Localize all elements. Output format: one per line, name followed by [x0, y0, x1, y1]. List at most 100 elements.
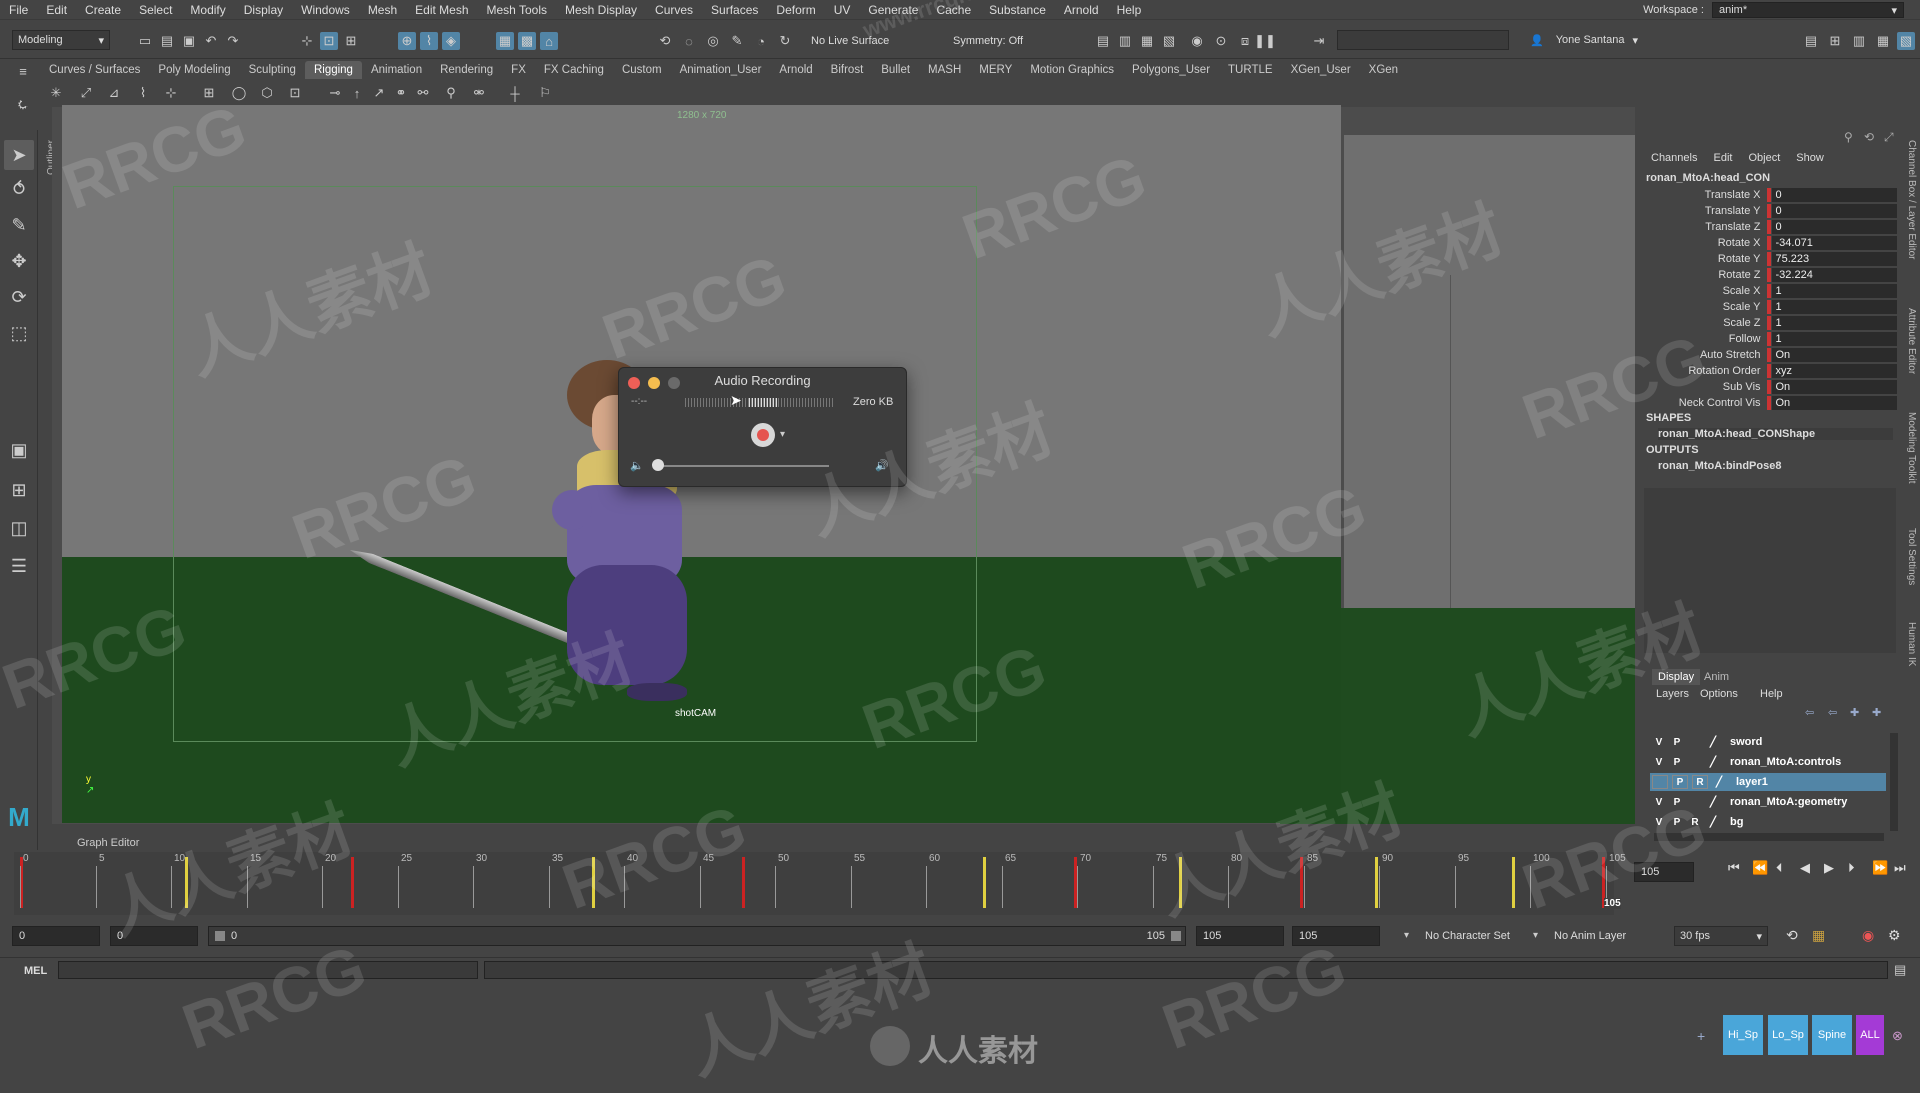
animation-start-field[interactable]: 0	[12, 926, 100, 946]
layer-color-swatch[interactable]: ╱	[1710, 774, 1728, 790]
single-view-icon[interactable]: ▣	[4, 435, 34, 465]
render-frame-icon[interactable]: ▤	[1094, 32, 1112, 50]
channels-menu[interactable]: Channels	[1651, 152, 1697, 164]
output-node-item[interactable]: ronan_MtoA:bindPose8	[1658, 460, 1781, 472]
layer-color-swatch[interactable]: ╱	[1704, 794, 1722, 810]
shelf-tab[interactable]: Rendering	[431, 61, 502, 79]
character-set-label[interactable]: No Character Set	[1425, 930, 1510, 942]
layer-visibility-toggle[interactable]: V	[1650, 794, 1668, 810]
channel-row[interactable]: Rotate Y 75.223	[1642, 251, 1897, 267]
anim-layer-label[interactable]: No Anim Layer	[1554, 930, 1626, 942]
menu-create[interactable]: Create	[76, 3, 130, 17]
lattice-icon[interactable]: ⊞	[200, 84, 218, 102]
layer-color-swatch[interactable]: ╱	[1704, 734, 1722, 750]
chevron-down-icon[interactable]: ▾	[1533, 930, 1538, 941]
fps-dropdown[interactable]: 30 fps ▾	[1674, 926, 1768, 946]
render-view-icon[interactable]: ▥	[1116, 32, 1134, 50]
menu-windows[interactable]: Windows	[292, 3, 359, 17]
range-end-handle[interactable]	[1171, 931, 1181, 941]
two-view-icon[interactable]: ◫	[4, 513, 34, 543]
magnet-icon[interactable]: ⌂	[540, 32, 558, 50]
layer-row[interactable]: V P R ╱ bg	[1650, 813, 1886, 831]
shelf-tab[interactable]: Sculpting	[240, 61, 305, 79]
layer-row[interactable]: V P ╱ ronan_MtoA:geometry	[1650, 793, 1886, 811]
help-menu[interactable]: Help	[1760, 688, 1783, 700]
open-scene-icon[interactable]: ▤	[158, 32, 176, 50]
layers-menu[interactable]: Layers	[1656, 688, 1689, 700]
channel-row[interactable]: Scale Z 1	[1642, 315, 1897, 331]
volume-slider-track[interactable]	[657, 465, 829, 467]
record-options-chevron-icon[interactable]: ▾	[780, 429, 785, 440]
channel-row[interactable]: Rotate Z -32.224	[1642, 267, 1897, 283]
shelf-tab[interactable]: FX Caching	[535, 61, 613, 79]
user-account-button[interactable]: 👤 Yone Santana ▾	[1525, 30, 1643, 50]
menu-edit-mesh[interactable]: Edit Mesh	[406, 3, 477, 17]
lo-sp-button[interactable]: Lo_Sp	[1768, 1015, 1808, 1055]
joint-tool-icon[interactable]: ✳	[47, 84, 65, 102]
snap-live-icon[interactable]: ▩	[518, 32, 536, 50]
menu-select[interactable]: Select	[130, 3, 181, 17]
layer-playback-toggle[interactable]: P	[1668, 734, 1686, 750]
blendshape-icon[interactable]: ⚮	[470, 84, 488, 102]
hi-sp-button[interactable]: Hi_Sp	[1723, 1015, 1763, 1055]
channel-row[interactable]: Translate X 0	[1642, 187, 1897, 203]
ipr-icon[interactable]: ◔	[752, 32, 770, 50]
pause-icon[interactable]: ❚❚	[1254, 32, 1276, 50]
cluster-icon[interactable]: ⊹	[162, 84, 180, 102]
paint-weights-icon[interactable]: ⊡	[286, 84, 304, 102]
scale-constraint-icon[interactable]: ⚯	[414, 84, 432, 102]
all-button[interactable]: ALL	[1856, 1015, 1884, 1055]
select-object-icon[interactable]: ⊡	[320, 32, 338, 50]
shelf-tab[interactable]: Motion Graphics	[1021, 61, 1123, 79]
channel-value[interactable]: 0	[1771, 188, 1897, 202]
menu-generate[interactable]: Generate	[859, 3, 927, 17]
shelf-tab[interactable]: Poly Modeling	[149, 61, 239, 79]
menu-uv[interactable]: UV	[825, 3, 860, 17]
select-tool-icon[interactable]: ➤	[4, 140, 34, 170]
channel-row[interactable]: Scale X 1	[1642, 283, 1897, 299]
step-back-frame-icon[interactable]: ⏪	[1752, 860, 1768, 876]
close-panel-icon[interactable]: ⊗	[1892, 1028, 1903, 1044]
shelf-tab[interactable]: Curves / Surfaces	[40, 61, 149, 79]
layer-display-type-toggle[interactable]: R	[1686, 814, 1704, 830]
lasso-icon[interactable]: ◌	[680, 32, 698, 50]
layer-horizontal-scrollbar[interactable]	[1654, 833, 1884, 841]
volume-slider-handle[interactable]	[652, 459, 664, 471]
layer-visibility-toggle[interactable]: V	[1650, 814, 1668, 830]
time-slider[interactable]: 0 5 10 15 20 25 30 35 40 45 50 55 60 65 …	[14, 852, 1626, 915]
channel-value[interactable]: On	[1771, 396, 1897, 410]
play-forwards-icon[interactable]: ▶	[1824, 860, 1834, 876]
channel-row[interactable]: Auto Stretch On	[1642, 347, 1897, 363]
edit-menu[interactable]: Edit	[1713, 152, 1732, 164]
command-language-label[interactable]: MEL	[24, 965, 47, 977]
go-to-end-icon[interactable]: ⏭	[1894, 860, 1906, 876]
layer-display-type-toggle[interactable]	[1686, 754, 1704, 770]
spine-button[interactable]: Spine	[1812, 1015, 1852, 1055]
step-forward-frame-icon[interactable]: ⏩	[1872, 860, 1888, 876]
workspace-dropdown[interactable]: anim* ▾	[1712, 2, 1904, 18]
layer-tab-display[interactable]: Display	[1652, 669, 1701, 685]
modeling-toolkit-side-tab[interactable]: Modeling Toolkit	[1906, 412, 1917, 484]
layer-display-type-toggle[interactable]: R	[1692, 775, 1708, 789]
playback-end-field[interactable]: 105	[1196, 926, 1284, 946]
paint-select-tool-icon[interactable]: ✎	[4, 210, 34, 240]
animation-preferences-icon[interactable]: ⚙	[1888, 927, 1901, 944]
ik-handle-icon[interactable]: ⊿	[105, 84, 123, 102]
insert-joint-icon[interactable]: ⤢	[77, 84, 95, 102]
bind-skin-icon[interactable]: ⬡	[258, 84, 276, 102]
ik-spline-icon[interactable]: ⌇	[134, 84, 152, 102]
toggle-layer-editor-icon[interactable]: ▧	[1897, 32, 1915, 50]
snap-curve-icon[interactable]: ⌇	[420, 32, 438, 50]
redo-icon[interactable]: ↷	[224, 32, 242, 50]
channel-value[interactable]: On	[1771, 380, 1897, 394]
point-constraint-icon[interactable]: ⊸	[326, 84, 344, 102]
shelf-tab[interactable]: XGen	[1360, 61, 1407, 79]
layer-playback-toggle[interactable]: P	[1672, 775, 1688, 789]
new-empty-layer-icon[interactable]: ✚	[1850, 706, 1859, 719]
aim-constraint-icon[interactable]: ↑	[348, 84, 366, 102]
channel-value[interactable]: 0	[1771, 204, 1897, 218]
shelf-tab[interactable]: TURTLE	[1219, 61, 1282, 79]
channel-row[interactable]: Rotation Order xyz	[1642, 363, 1897, 379]
new-layer-selected-icon[interactable]: ✚	[1872, 706, 1881, 719]
menu-deform[interactable]: Deform	[767, 3, 824, 17]
